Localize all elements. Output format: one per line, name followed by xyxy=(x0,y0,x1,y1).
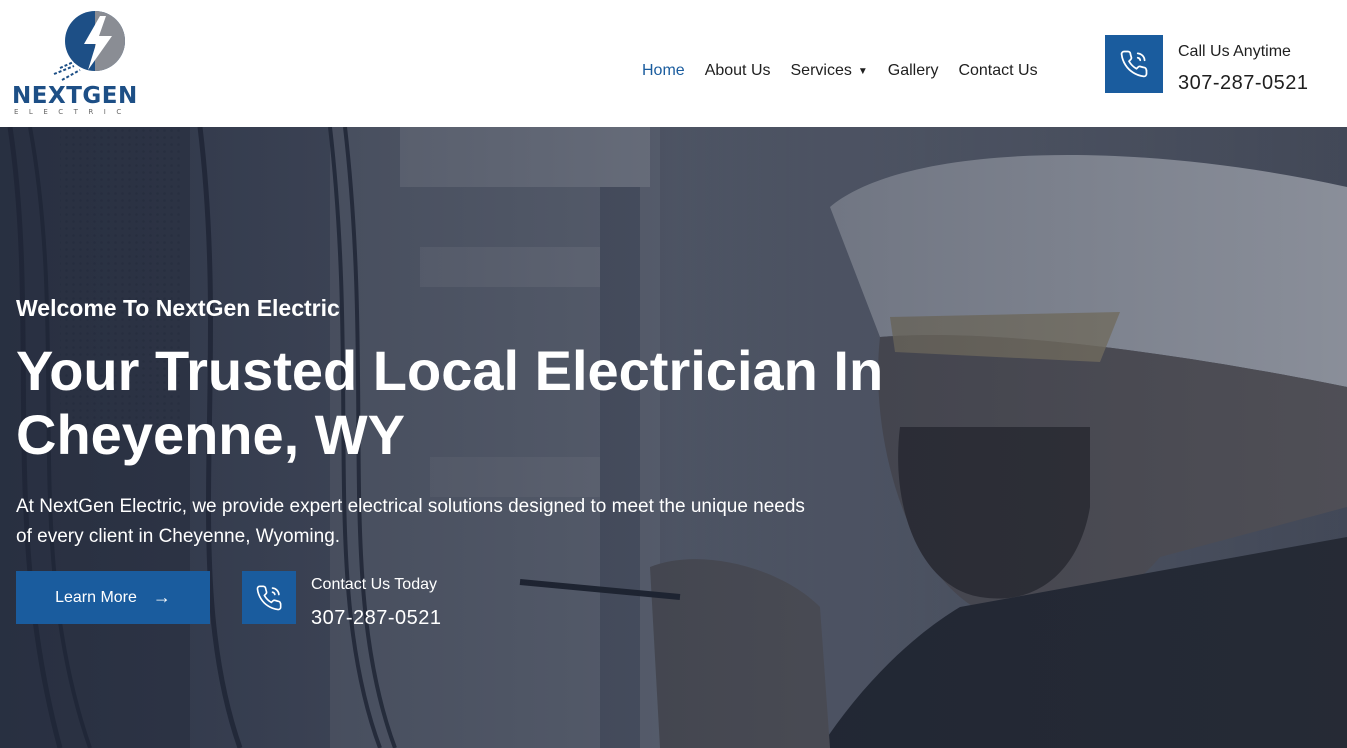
nav-item-label: About Us xyxy=(704,62,771,79)
lightning-bolt-circle-icon xyxy=(53,11,125,81)
hero-contact-number[interactable]: 307-287-0521 xyxy=(311,607,442,630)
caret-down-icon: ▼ xyxy=(857,65,868,77)
nav-item-services[interactable]: Services ▼ xyxy=(791,62,868,80)
hero-contact-label: Contact Us Today xyxy=(311,576,437,593)
nav-item-contact[interactable]: Contact Us xyxy=(958,62,1037,80)
header-call-number[interactable]: 307-287-0521 xyxy=(1178,72,1309,95)
nav-item-about[interactable]: About Us xyxy=(705,62,771,80)
brand-name: NEXTGEN xyxy=(12,83,138,109)
hero-section: Welcome To NextGen Electric Your Trusted… xyxy=(0,127,1347,748)
brand-tagline: ELECTRIC xyxy=(14,108,132,116)
hero-title: Your Trusted Local Electrician In Cheyen… xyxy=(16,339,884,466)
nav-item-label: Services xyxy=(790,62,852,79)
main-nav: Home About Us Services ▼ Gallery Contact… xyxy=(642,60,1058,82)
hero-contact-button[interactable] xyxy=(242,571,296,624)
learn-more-label: Learn More xyxy=(55,588,137,606)
header-call-button[interactable] xyxy=(1105,35,1163,93)
brand-logo[interactable]: NEXTGEN ELECTRIC xyxy=(10,8,155,118)
nav-item-label: Contact Us xyxy=(958,62,1038,79)
learn-more-button[interactable]: Learn More → xyxy=(16,571,210,624)
site-header: NEXTGEN ELECTRIC Home About Us Services … xyxy=(0,0,1347,127)
nav-item-gallery[interactable]: Gallery xyxy=(888,62,939,80)
nav-item-label: Gallery xyxy=(887,62,939,79)
nav-item-label: Home xyxy=(642,62,685,79)
hero-description: At NextGen Electric, we provide expert e… xyxy=(16,496,805,547)
arrow-right-icon: → xyxy=(152,587,171,607)
phone-icon xyxy=(256,585,282,610)
phone-icon xyxy=(1120,50,1148,78)
header-call-label: Call Us Anytime xyxy=(1178,43,1291,60)
hero-welcome: Welcome To NextGen Electric xyxy=(16,295,340,321)
nav-item-home[interactable]: Home xyxy=(642,62,685,80)
